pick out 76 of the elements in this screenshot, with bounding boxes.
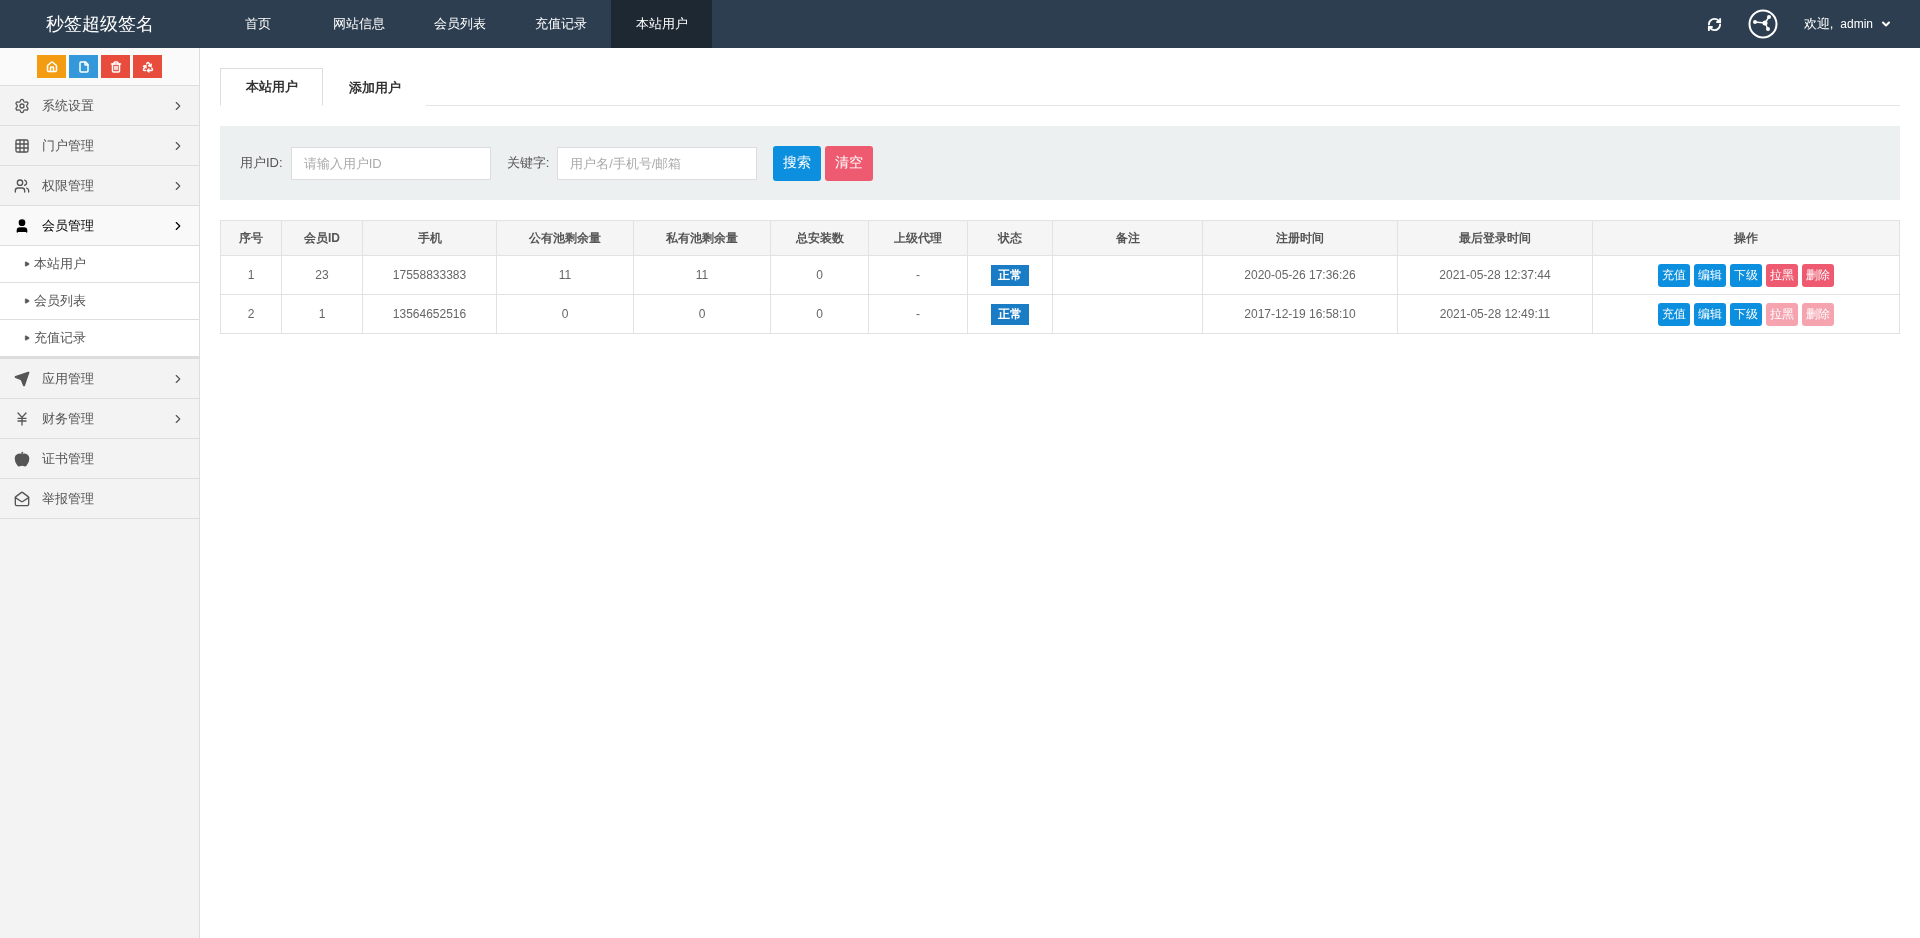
nav-item[interactable]: 会员列表 <box>409 0 510 48</box>
yen-icon <box>14 410 30 427</box>
table-cell: 0 <box>496 294 634 334</box>
action-button[interactable]: 编辑 <box>1694 263 1726 287</box>
table-cell: 2020-05-26 17:36:26 <box>1202 255 1398 295</box>
apple-icon <box>14 450 30 467</box>
nav-item[interactable]: 充值记录 <box>510 0 611 48</box>
toolbar-button[interactable] <box>37 55 66 78</box>
column-header: 总安装数 <box>770 220 869 256</box>
table-cell: 0 <box>633 294 771 334</box>
table-cell: 0 <box>770 255 869 295</box>
search-field[interactable]: 用户名/手机号/邮箱 <box>557 146 758 180</box>
column-header: 备注 <box>1052 220 1203 256</box>
table-cell: 17558833383 <box>362 255 497 295</box>
refresh-icon[interactable] <box>1706 16 1722 32</box>
action-button[interactable]: 充值 <box>1658 263 1690 287</box>
column-header: 操作 <box>1592 220 1900 256</box>
search-field[interactable]: 请输入用户ID <box>290 146 491 180</box>
user-menu[interactable]: 欢迎, admin <box>1803 15 1892 33</box>
users-icon <box>14 177 30 194</box>
field-label: 关键字: <box>506 154 550 172</box>
sidebar-item[interactable]: 会员管理 <box>0 206 199 246</box>
table-cell: 11 <box>633 255 771 295</box>
column-header: 私有池剩余量 <box>633 220 771 256</box>
table-cell: 13564652516 <box>362 294 497 334</box>
submenu-item[interactable]: 会员列表 <box>0 283 199 320</box>
table-cell: 23 <box>281 255 363 295</box>
submenu-item[interactable]: 本站用户 <box>0 246 199 283</box>
avatar-icon <box>1747 9 1778 39</box>
document-icon <box>77 60 90 73</box>
table-cell: 0 <box>770 294 869 334</box>
column-header: 手机 <box>362 220 497 256</box>
table-cell: 1 <box>220 255 282 295</box>
brand-title: 秒签超级签名 <box>45 13 155 36</box>
table-cell: 2 <box>220 294 282 334</box>
table-cell: 2021-05-28 12:37:44 <box>1397 255 1593 295</box>
column-header: 会员ID <box>281 220 363 256</box>
envelope-icon <box>14 490 30 507</box>
trash-icon <box>109 60 122 73</box>
action-button[interactable]: 下级 <box>1730 263 1762 287</box>
column-header: 上级代理 <box>868 220 968 256</box>
nav-item[interactable]: 网站信息 <box>308 0 409 48</box>
table-cell: 2017-12-19 16:58:10 <box>1202 294 1398 334</box>
caret-icon <box>24 261 30 267</box>
column-header: 状态 <box>967 220 1053 256</box>
column-header: 序号 <box>220 220 282 256</box>
action-button[interactable]: 充值 <box>1658 302 1690 326</box>
caret-icon <box>24 298 30 304</box>
nav-item[interactable]: 首页 <box>207 0 308 48</box>
toolbar-button[interactable] <box>69 55 98 78</box>
toolbar-button[interactable] <box>101 55 130 78</box>
gears-icon <box>14 97 30 114</box>
status-badge: 正常 <box>991 303 1029 325</box>
table-cell: 2021-05-28 12:49:11 <box>1397 294 1593 334</box>
user-icon <box>14 217 30 234</box>
recycle-icon <box>141 60 154 73</box>
table-cell: - <box>868 294 968 334</box>
action-button[interactable]: 编辑 <box>1694 302 1726 326</box>
table-cell: - <box>868 255 968 295</box>
search-button[interactable]: 搜索 <box>773 145 822 181</box>
column-header: 注册时间 <box>1202 220 1398 256</box>
status-badge: 正常 <box>991 264 1029 286</box>
caret-icon <box>24 335 30 341</box>
grid-icon <box>14 137 30 154</box>
submenu-item[interactable]: 充值记录 <box>0 320 199 357</box>
table-cell: 1 <box>281 294 363 334</box>
toolbar-button[interactable] <box>133 55 162 78</box>
home-icon <box>45 60 58 73</box>
paper-plane-icon <box>14 370 30 387</box>
column-header: 最后登录时间 <box>1397 220 1593 256</box>
table-cell: 11 <box>496 255 634 295</box>
field-label: 用户ID: <box>240 154 283 172</box>
column-header: 公有池剩余量 <box>496 220 634 256</box>
tab[interactable]: 本站用户 <box>220 68 323 106</box>
action-button[interactable]: 下级 <box>1730 302 1762 326</box>
nav-item[interactable]: 本站用户 <box>611 0 712 48</box>
